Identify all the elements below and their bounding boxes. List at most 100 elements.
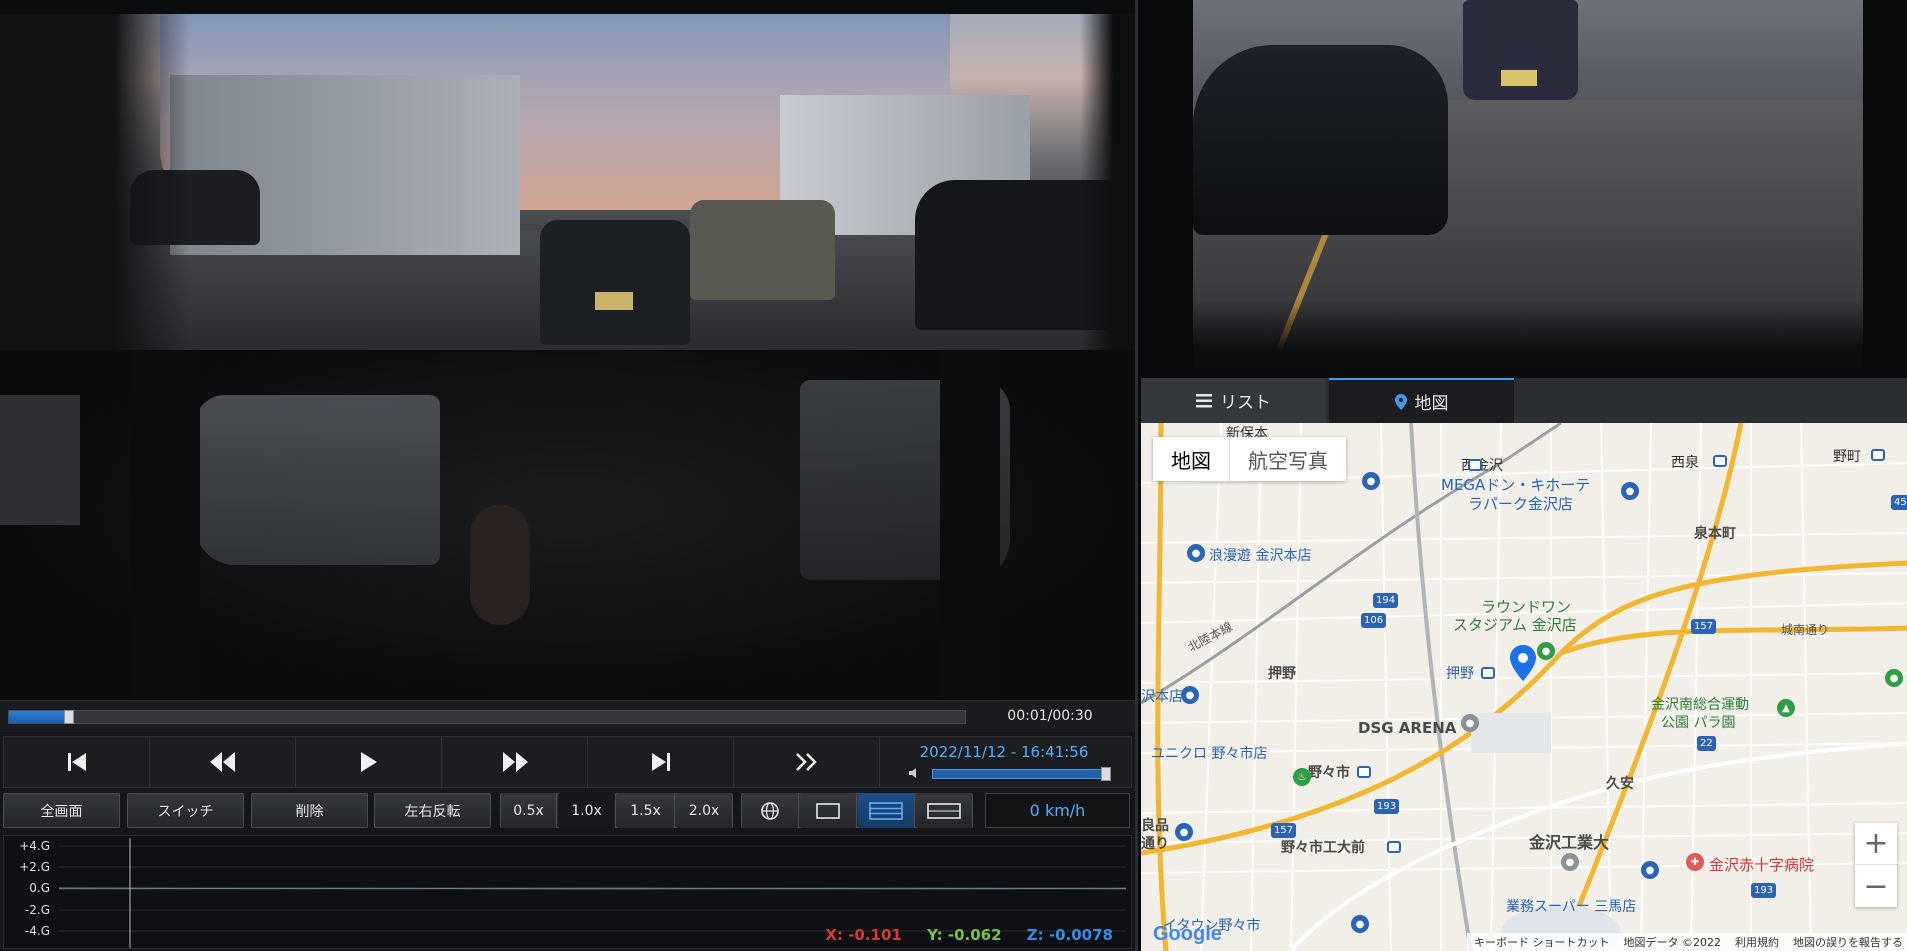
- map-type-map-button[interactable]: 地図: [1153, 437, 1230, 481]
- speed-1-5-button[interactable]: 1.5x: [617, 793, 675, 828]
- map-label-nonoichi: 野々市: [1308, 765, 1350, 781]
- map-label-ryohin1: 良品: [1141, 818, 1169, 834]
- shopping-bag-icon: ●: [1362, 472, 1380, 490]
- g-y-value: Y: -0.062: [927, 926, 1002, 944]
- speed-1-0-button[interactable]: 1.0x: [558, 793, 616, 828]
- google-logo: Google: [1153, 923, 1222, 945]
- shopping-bag-icon: ●: [1351, 915, 1369, 933]
- map-label-park1: 金沢南総合運動: [1651, 697, 1749, 713]
- dashcam-viewer: 00:01/00:30 2022/11/12 - 16:41:56 全画面 スイ…: [0, 0, 1907, 951]
- side-panel: リスト 地図 新保本 西金沢 西泉 野町 MEGAドン・キホーテ ラパーク金沢店…: [1135, 0, 1907, 951]
- speed-0-5-button[interactable]: 0.5x: [501, 793, 557, 828]
- options-row: 全画面 スイッチ 削除 左右反転 0.5x 1.0x 1.5x 2.0x 0 k…: [0, 791, 1135, 831]
- view-split-button[interactable]: [858, 793, 915, 828]
- map-label-mega2: ラパーク金沢店: [1468, 495, 1573, 513]
- map-label-round1b: スタジアム 金沢店: [1453, 616, 1577, 634]
- map-view[interactable]: 新保本 西金沢 西泉 野町 MEGAドン・キホーテ ラパーク金沢店 ● ● 泉本…: [1141, 423, 1907, 951]
- rear-camera-video[interactable]: [1193, 0, 1863, 373]
- g-series-z: [58, 887, 1127, 890]
- fast-forward-button[interactable]: [442, 737, 588, 787]
- double-chevron-right-icon: [795, 753, 817, 771]
- map-label-park2: 公園 パラ園: [1661, 715, 1736, 731]
- map-label-gyomu: 業務スーパー 三馬店: [1506, 899, 1637, 915]
- zoom-in-button[interactable]: +: [1855, 823, 1897, 865]
- fullscreen-button[interactable]: 全画面: [3, 793, 120, 828]
- shopping-bag-icon: ●: [1181, 686, 1199, 704]
- shopping-bag-icon: ●: [1621, 482, 1639, 500]
- minus-icon: −: [1863, 868, 1889, 904]
- panorama-icon: [927, 802, 961, 819]
- delete-button[interactable]: 削除: [251, 793, 368, 828]
- station-icon: [1357, 766, 1371, 778]
- view-mode-group: [741, 793, 973, 828]
- zoom-out-button[interactable]: −: [1855, 865, 1897, 907]
- seek-bar-fill: [9, 711, 70, 723]
- park-icon: ▲: [1777, 699, 1795, 717]
- volume-icon[interactable]: [909, 767, 921, 779]
- volume-slider[interactable]: [932, 769, 1108, 779]
- tab-list[interactable]: リスト: [1141, 378, 1326, 423]
- player-panel: 00:01/00:30 2022/11/12 - 16:41:56 全画面 スイ…: [0, 0, 1135, 951]
- switch-button[interactable]: スイッチ: [127, 793, 244, 828]
- station-icon: [1387, 841, 1401, 853]
- map-data-text: 地図データ ©2022: [1623, 936, 1722, 949]
- map-label-mega1: MEGAドン・キホーテ: [1441, 476, 1591, 494]
- map-label-oshino-station: 押野: [1446, 666, 1474, 682]
- green-poi-icon: ●: [1537, 642, 1555, 660]
- map-label-honten: 沢本店: [1141, 689, 1183, 705]
- map-label-kohgyo: 金沢工業大: [1529, 833, 1610, 852]
- fast-forward-icon: [502, 752, 528, 772]
- map-attribution: キーボード ショートカット 地図データ ©2022 利用規約 地図の誤りを報告す…: [1467, 933, 1907, 951]
- view-single-button[interactable]: [800, 793, 857, 828]
- map-label-nishiizumi: 西泉: [1671, 455, 1699, 471]
- skip-to-start-button[interactable]: [4, 737, 150, 787]
- route-45: 45: [1891, 495, 1907, 510]
- tab-list-label: リスト: [1220, 393, 1271, 413]
- speed-2-0-button[interactable]: 2.0x: [676, 793, 732, 828]
- report-error-link[interactable]: 地図の誤りを報告する: [1786, 934, 1907, 950]
- onsen-icon: ♨: [1293, 768, 1311, 786]
- front-camera-video[interactable]: [0, 0, 1135, 350]
- shopping-bag-icon: ●: [1175, 823, 1193, 841]
- seek-bar[interactable]: [8, 710, 966, 724]
- map-type-aerial-button[interactable]: 航空写真: [1230, 437, 1346, 481]
- map-label-nomachi: 野町: [1833, 449, 1861, 465]
- recording-datetime: 2022/11/12 - 16:41:56: [919, 743, 1089, 761]
- map-label-nonoichi-kodai: 野々市工大前: [1281, 840, 1365, 856]
- seek-bar-handle[interactable]: [64, 710, 75, 724]
- tab-map-label: 地図: [1414, 394, 1449, 414]
- list-icon: [1196, 393, 1212, 407]
- rewind-button[interactable]: [150, 737, 296, 787]
- venue-icon: ●: [1461, 714, 1479, 732]
- rewind-icon: [209, 752, 235, 772]
- map-label-uniqlo: ユニクロ 野々市店: [1151, 746, 1268, 762]
- progress-row: 00:01/00:30: [0, 700, 1135, 732]
- map-label-dsg-arena: DSG ARENA: [1358, 719, 1457, 737]
- keyboard-shortcuts-link[interactable]: キーボード ショートカット: [1467, 934, 1617, 950]
- map-label-romanyu: 浪漫遊 金沢本店: [1209, 548, 1312, 564]
- skip-to-start-icon: [67, 753, 86, 771]
- volume-slider-handle[interactable]: [1101, 767, 1111, 781]
- station-icon: [1713, 455, 1727, 467]
- route-193-b: 193: [1751, 883, 1777, 898]
- shopping-bag-icon: ●: [1187, 544, 1205, 562]
- view-360-button[interactable]: [742, 793, 799, 828]
- route-106: 106: [1361, 613, 1387, 628]
- mirror-button[interactable]: 左右反転: [374, 793, 491, 828]
- vehicle-speed-readout: 0 km/h: [985, 793, 1130, 828]
- single-frame-icon: [816, 802, 840, 819]
- view-panorama-button[interactable]: [916, 793, 972, 828]
- g-z-value: Z: -0.0078: [1026, 926, 1113, 944]
- terms-link[interactable]: 利用規約: [1728, 934, 1786, 950]
- park-icon: ●: [1885, 669, 1903, 687]
- tab-map[interactable]: 地図: [1329, 378, 1514, 423]
- skip-to-end-button[interactable]: [588, 737, 734, 787]
- time-readout: 00:01/00:30: [1007, 708, 1093, 724]
- g-axis-readout: X: -0.101 Y: -0.062 Z: -0.0078: [805, 926, 1113, 944]
- station-icon: [1481, 667, 1495, 679]
- cabin-camera-video[interactable]: [0, 350, 1135, 700]
- station-icon: [1468, 459, 1482, 471]
- next-file-button[interactable]: [734, 737, 880, 787]
- map-pin-icon: [1394, 393, 1407, 410]
- play-button[interactable]: [296, 737, 442, 787]
